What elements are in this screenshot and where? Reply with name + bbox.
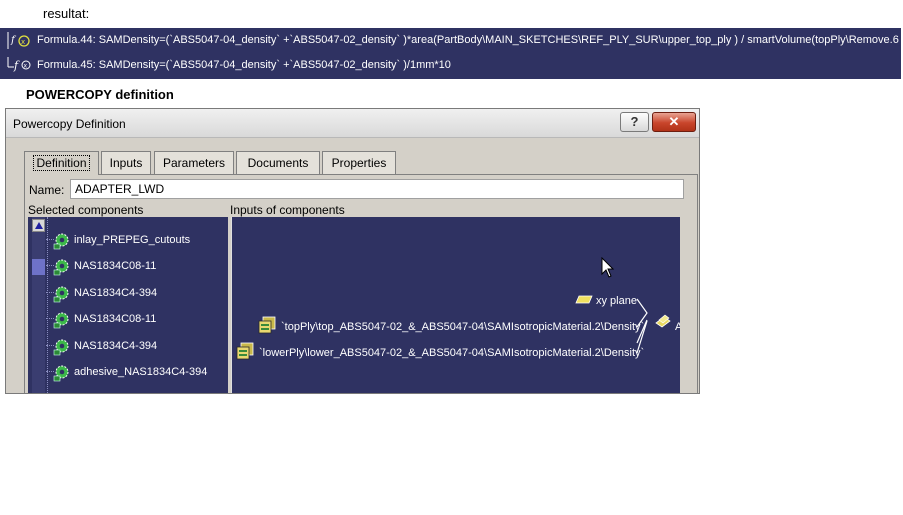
formula-tree-panel: f x Formula.44: SAMDensity=(`ABS5047-04_… bbox=[0, 28, 901, 79]
component-label: inlay_PREPEG_cutouts bbox=[74, 234, 191, 246]
formula-text: Formula.44: SAMDensity=(`ABS5047-04_dens… bbox=[37, 34, 901, 46]
component-item[interactable]: adhesive_NAS1834C4-394 bbox=[46, 361, 226, 383]
gear-component-icon bbox=[53, 233, 69, 250]
inputs-graph-panel[interactable]: xy plane `topPly\top_ABS5047-02_&_ABS504… bbox=[231, 217, 680, 393]
input-lower-density[interactable]: `lowerPly\lower_ABS5047-02_&_ABS5047-04\… bbox=[259, 347, 644, 359]
name-label: Name: bbox=[29, 183, 65, 197]
svg-text:x: x bbox=[24, 63, 28, 70]
name-input[interactable]: ADAPTER_LWD bbox=[70, 179, 684, 199]
component-label: NAS1834C4-394 bbox=[74, 340, 158, 352]
plane-icon bbox=[575, 295, 593, 304]
input-top-density[interactable]: `topPly\top_ABS5047-02_&_ABS5047-04\SAMI… bbox=[281, 321, 644, 333]
scroll-thumb[interactable] bbox=[32, 259, 45, 275]
input-xy-plane[interactable]: xy plane bbox=[596, 295, 637, 307]
formula-node-icon bbox=[655, 314, 671, 328]
formula-icon: f x bbox=[7, 32, 30, 49]
gear-component-icon bbox=[53, 365, 69, 382]
powercopy-dialog: Powercopy Definition ? ✕ Definition Inpu… bbox=[5, 108, 700, 394]
component-item[interactable]: NAS1834C4-394 bbox=[46, 282, 226, 304]
tab-parameters[interactable]: Parameters bbox=[154, 151, 234, 174]
svg-text:f: f bbox=[13, 59, 20, 72]
component-item[interactable]: NAS1834C4-394 bbox=[46, 335, 226, 357]
help-button[interactable]: ? bbox=[620, 112, 649, 132]
formula-row[interactable]: f x Formula.44: SAMDensity=(`ABS5047-04_… bbox=[0, 28, 901, 53]
result-label: resultat: bbox=[43, 6, 90, 21]
tab-properties[interactable]: Properties bbox=[322, 151, 396, 174]
svg-text:f: f bbox=[10, 35, 17, 46]
formula-row[interactable]: f x Formula.45: SAMDensity=(`ABS5047-04_… bbox=[0, 53, 901, 78]
parameter-icon bbox=[258, 316, 276, 334]
svg-text:x: x bbox=[21, 38, 25, 46]
component-item[interactable]: inlay_PREPEG_cutouts bbox=[46, 229, 226, 251]
gear-component-icon bbox=[53, 339, 69, 356]
tree-scrollbar[interactable] bbox=[32, 217, 45, 393]
tab-definition[interactable]: Definition bbox=[24, 151, 99, 175]
component-label: adhesive_NAS1834C4-394 bbox=[74, 366, 208, 378]
mouse-cursor-icon bbox=[601, 257, 615, 278]
component-label: NAS1834C08-11 bbox=[74, 313, 157, 325]
scroll-up-arrow-icon[interactable] bbox=[32, 219, 45, 232]
selected-components-header: Selected components bbox=[28, 203, 144, 217]
gear-component-icon bbox=[53, 312, 69, 329]
input-formula-node[interactable]: A bbox=[675, 321, 680, 333]
gear-component-icon bbox=[53, 259, 69, 276]
parameter-icon bbox=[236, 342, 254, 360]
gear-component-icon bbox=[53, 286, 69, 303]
section-title: POWERCOPY definition bbox=[26, 87, 174, 102]
inputs-of-components-header: Inputs of components bbox=[230, 203, 345, 217]
formula-icon: f x bbox=[7, 57, 31, 72]
component-item[interactable]: NAS1834C08-11 bbox=[46, 308, 226, 330]
tab-inputs[interactable]: Inputs bbox=[101, 151, 151, 174]
component-item[interactable]: NAS1834C08-11 bbox=[46, 255, 226, 277]
tab-documents[interactable]: Documents bbox=[236, 151, 320, 174]
dialog-titlebar[interactable]: Powercopy Definition ? ✕ bbox=[6, 109, 699, 138]
dialog-title: Powercopy Definition bbox=[13, 117, 126, 131]
component-label: NAS1834C08-11 bbox=[74, 260, 157, 272]
close-button[interactable]: ✕ bbox=[652, 112, 696, 132]
formula-text: Formula.45: SAMDensity=(`ABS5047-04_dens… bbox=[37, 59, 451, 71]
selected-components-tree[interactable]: inlay_PREPEG_cutouts NAS1834C08-11 NAS18… bbox=[28, 217, 228, 393]
component-label: NAS1834C4-394 bbox=[74, 287, 158, 299]
